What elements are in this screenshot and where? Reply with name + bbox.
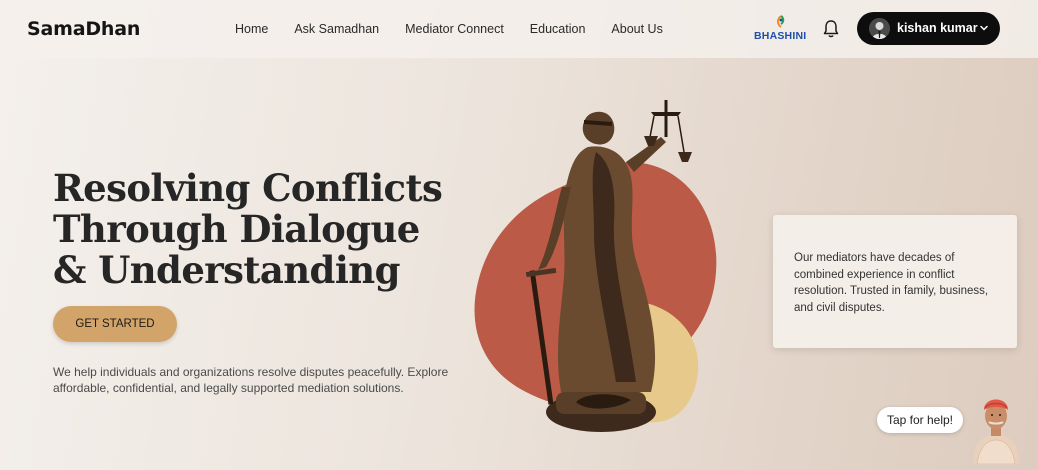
main-nav: Home Ask Samadhan Mediator Connect Educa… — [235, 22, 689, 36]
help-bubble[interactable]: Tap for help! — [877, 407, 963, 433]
nav-about-us[interactable]: About Us — [611, 22, 662, 36]
hero-title: Resolving Conflicts Through Dialogue & U… — [53, 168, 473, 291]
info-card: Our mediators have decades of combined e… — [773, 215, 1017, 348]
user-name: kishan kumar — [897, 21, 978, 35]
nav-ask-samadhan[interactable]: Ask Samadhan — [294, 22, 379, 36]
help-assistant-avatar[interactable] — [967, 384, 1025, 464]
nav-education[interactable]: Education — [530, 22, 586, 36]
nav-mediator-connect[interactable]: Mediator Connect — [405, 22, 504, 36]
chevron-down-icon — [980, 25, 988, 31]
hero-description: We help individuals and organizations re… — [53, 365, 449, 395]
get-started-button[interactable]: GET STARTED — [53, 306, 177, 342]
bell-icon[interactable] — [822, 19, 840, 39]
navbar: SamaDhan Home Ask Samadhan Mediator Conn… — [0, 0, 1038, 58]
bhashini-label: BHASHINI — [754, 30, 807, 42]
hero-title-line-3: & Understanding — [53, 248, 400, 292]
nav-home[interactable]: Home — [235, 22, 268, 36]
user-menu-button[interactable]: kishan kumar — [857, 12, 1000, 45]
brand-logo[interactable]: SamaDhan — [27, 18, 140, 40]
hero-title-line-1: Resolving Conflicts — [53, 166, 443, 210]
lady-justice-illustration — [474, 100, 717, 432]
info-card-text: Our mediators have decades of combined e… — [794, 252, 989, 314]
hero-title-line-2: Through Dialogue — [53, 207, 420, 251]
bhashini-logo[interactable]: BHASHINI — [754, 14, 806, 44]
avatar — [869, 18, 890, 39]
bhashini-logo-icon — [777, 15, 785, 28]
